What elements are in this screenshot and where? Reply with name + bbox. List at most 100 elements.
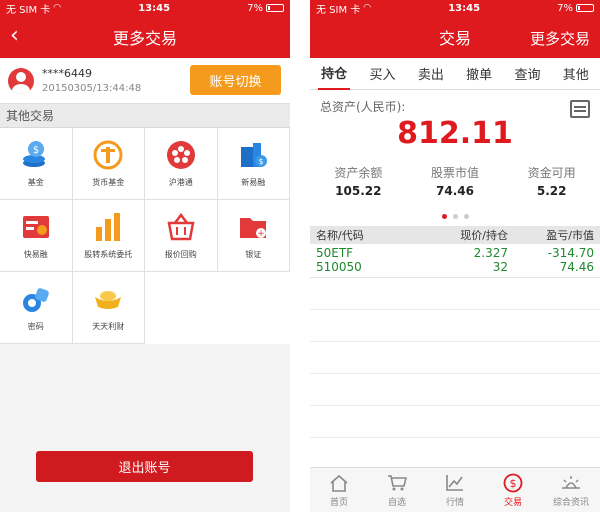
grid-item-quick-finance[interactable]: 快易融 (0, 200, 73, 272)
table-row[interactable]: 50ETF 510050 2.327 32 -314.70 74.46 (310, 244, 600, 278)
battery-label: 7% (247, 2, 263, 14)
repo-basket-icon (167, 212, 195, 241)
account-number: ****6449 (42, 67, 92, 80)
svg-text:+: + (257, 229, 265, 239)
status-time: 13:45 (448, 2, 481, 14)
bottom-tab-watchlist[interactable]: 自选 (368, 468, 426, 512)
bottom-tab-label: 自选 (387, 497, 406, 508)
grid-item-repo[interactable]: 报价回购 (145, 200, 218, 272)
battery-icon (266, 4, 284, 12)
bottom-tab-bar: 首页 自选 行情 $ 交易 综合资讯 (310, 467, 600, 512)
trade-tabs: 持仓 买入 卖出 撤单 查询 其他 (310, 58, 600, 90)
stat-balance: 资产余额 105.22 (310, 164, 407, 198)
assets-panel: 总资产(人民币): 812.11 资产余额 105.22 股票市值 74.46 … (310, 90, 600, 226)
holding-mv: 74.46 (559, 260, 594, 274)
stat-available: 资金可用 5.22 (503, 164, 600, 198)
grid-item-label: 银证 (245, 250, 262, 259)
stat-value: 5.22 (536, 184, 567, 198)
account-login-time: 20150305/13:44:48 (42, 83, 142, 94)
empty-row (310, 406, 600, 438)
stat-value: 105.22 (335, 184, 382, 198)
bottom-tab-label: 行情 (445, 497, 464, 508)
svg-text:$: $ (33, 145, 39, 156)
tab-cancel[interactable]: 撤单 (463, 58, 495, 90)
password-key-icon (22, 288, 49, 312)
bottom-tab-home[interactable]: 首页 (310, 468, 368, 512)
grid-item-label: 股转系统委托 (84, 250, 133, 259)
nav-bar: 交易 更多交易 (310, 16, 600, 58)
tab-sell[interactable]: 卖出 (415, 58, 447, 90)
grid-item-bank[interactable]: + 银证 (217, 200, 290, 272)
page-dot (441, 214, 447, 219)
stat-label: 资金可用 (527, 166, 576, 180)
bottom-tab-label: 综合资讯 (552, 497, 589, 508)
more-trading-button[interactable]: 更多交易 (530, 28, 590, 49)
bottom-tab-market[interactable]: 行情 (426, 468, 484, 512)
grid-item-label: 新易融 (241, 178, 266, 187)
finance-icon: $ (241, 143, 268, 167)
grid-item-label: 基金 (27, 178, 44, 187)
battery-label: 7% (557, 2, 573, 14)
screen-divider (290, 0, 310, 512)
logout-button[interactable]: 退出账号 (36, 451, 253, 482)
quick-finance-icon (22, 216, 49, 238)
empty-row (310, 278, 600, 310)
svg-text:$: $ (259, 157, 264, 166)
tab-holdings[interactable]: 持仓 (318, 58, 351, 90)
status-bar: 无 SIM 卡 ◠ 13:45 7% (310, 0, 600, 16)
holding-code: 510050 (316, 260, 362, 274)
empty-table-area (310, 278, 600, 438)
grid-item-hk-connect[interactable]: 沪港通 (145, 128, 218, 200)
grid-item-label: 货币基金 (92, 178, 125, 187)
stat-label: 股票市值 (431, 166, 480, 180)
grid-item-finance[interactable]: $ 新易融 (217, 128, 290, 200)
grid-item-fund[interactable]: $ 基金 (0, 128, 73, 200)
tab-buy[interactable]: 买入 (366, 58, 398, 90)
page-dot (463, 214, 469, 219)
trade-icon: $ (503, 473, 523, 492)
grid-empty-cell (145, 272, 218, 344)
grid-item-password[interactable]: 密码 (0, 272, 73, 344)
empty-row (310, 374, 600, 406)
chart-icon (446, 474, 463, 491)
status-bar: 无 SIM 卡 ◠ 13:45 7% (0, 0, 290, 16)
bottom-tab-trade[interactable]: $ 交易 (484, 468, 542, 512)
section-title: 其他交易 (0, 104, 290, 128)
gold-ingot-icon (95, 291, 122, 309)
carrier-label: 无 SIM 卡 (316, 4, 361, 16)
trading-grid: $ 基金 货币基金 沪港通 $ 新易融 快易融 股转系统委托 报价回购 + 银证… (0, 128, 290, 344)
empty-row (310, 342, 600, 374)
total-assets: 812.11 (397, 116, 513, 151)
header-pnl-mv: 盈亏/市值 (546, 229, 594, 242)
stat-market-value: 股票市值 74.46 (407, 164, 504, 198)
page-indicator (310, 214, 600, 219)
money-fund-icon (93, 140, 123, 170)
tab-query[interactable]: 查询 (511, 58, 543, 90)
grid-item-daily-finance[interactable]: 天天利财 (72, 272, 145, 344)
wifi-icon: ◠ (53, 3, 62, 13)
holding-name: 50ETF (316, 246, 354, 260)
holding-qty: 32 (492, 260, 508, 274)
carrier-label: 无 SIM 卡 (6, 4, 51, 16)
wifi-icon: ◠ (363, 3, 372, 13)
hk-connect-icon (166, 141, 195, 169)
stat-value: 74.46 (436, 184, 474, 198)
page-title: 更多交易 (112, 29, 177, 48)
home-icon (330, 474, 348, 492)
back-icon[interactable]: ‹ (10, 24, 19, 48)
grid-item-money-fund[interactable]: 货币基金 (72, 128, 145, 200)
svg-text:$: $ (510, 477, 517, 490)
bottom-tab-label: 首页 (329, 497, 348, 508)
grid-item-label: 报价回购 (164, 250, 197, 259)
grid-item-stock-transfer[interactable]: 股转系统委托 (72, 200, 145, 272)
avatar-icon (8, 67, 34, 94)
page-title: 交易 (438, 29, 471, 48)
header-price-qty: 现价/持仓 (460, 229, 508, 242)
switch-account-button[interactable]: 账号切换 (190, 65, 281, 95)
grid-empty-cell (218, 272, 291, 344)
bottom-tab-news[interactable]: 综合资讯 (542, 468, 600, 512)
holdings-header: 名称/代码 现价/持仓 盈亏/市值 (310, 226, 600, 244)
tab-other[interactable]: 其他 (560, 58, 592, 90)
trading-screen: 无 SIM 卡 ◠ 13:45 7% 交易 更多交易 持仓 买入 卖出 撤单 查询… (310, 0, 600, 512)
empty-row (310, 310, 600, 342)
